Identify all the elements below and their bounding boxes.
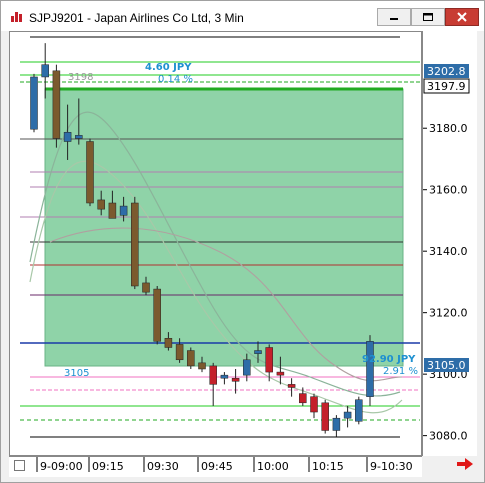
- candle-body[interactable]: [119, 205, 128, 216]
- time-tick-label: 9-10:30: [370, 460, 413, 473]
- candle-body[interactable]: [231, 377, 240, 382]
- time-tick-label: 09:30: [147, 460, 179, 473]
- price-tick-label: 3120.0: [429, 307, 468, 320]
- candle-body[interactable]: [30, 76, 38, 130]
- minimize-icon: [390, 18, 398, 20]
- badge-3202-8-label: 3202.8: [427, 65, 466, 78]
- chart-window: SJPJ9201 - Japan Airlines Co Ltd, 3 Min: [0, 0, 485, 483]
- top-pct-label: 0.14 %: [158, 74, 193, 85]
- candle-body[interactable]: [86, 141, 94, 204]
- time-tick-label: 9-09:00: [40, 460, 83, 473]
- time-tick-label: 10:15: [312, 460, 344, 473]
- time-tick-label: 09:15: [92, 460, 124, 473]
- candle-body[interactable]: [187, 350, 195, 367]
- time-tick-label: 09:45: [201, 460, 233, 473]
- candle-body[interactable]: [198, 362, 206, 370]
- candle-body[interactable]: [265, 347, 273, 373]
- maximize-icon: [423, 13, 433, 21]
- bottom-pct-label: 2.91 %: [383, 366, 418, 377]
- app-icon: [11, 12, 22, 22]
- price-axis[interactable]: 3180.0 3160.0 3140.0 3120.0 3100.0 3080.0 320…: [422, 31, 477, 456]
- candle-body[interactable]: [52, 70, 61, 139]
- price-tick-label: 3160.0: [429, 184, 468, 197]
- price-chart-svg[interactable]: 4.60 JPY 0.14 % 3198 92.90 JPY 2.91 % 31…: [10, 32, 421, 455]
- candle-body[interactable]: [63, 132, 72, 142]
- price-tick-label: 3180.0: [429, 122, 468, 135]
- candle-body[interactable]: [131, 202, 139, 287]
- price-tick-label: 3140.0: [429, 245, 468, 258]
- candle-body[interactable]: [175, 344, 184, 361]
- time-ticks: 9-09:00 09:15 09:30 09:45 10:00 10:15 9-10:30: [36, 457, 413, 473]
- badge-3197-9-label: 3197.9: [427, 80, 466, 93]
- price-axis-svg: 3180.03160.03140.03120.03100.03080.0 320…: [423, 64, 470, 443]
- ghost-price-label: 3198: [68, 72, 93, 83]
- candle-body[interactable]: [299, 393, 307, 404]
- close-button[interactable]: [445, 8, 479, 26]
- range-low-label: 3105: [64, 368, 89, 379]
- candle-body[interactable]: [75, 135, 83, 139]
- candle-body[interactable]: [355, 399, 363, 422]
- candle-body[interactable]: [332, 417, 341, 431]
- candle-body[interactable]: [209, 365, 217, 385]
- price-ticks: 3180.03160.03140.03120.03100.03080.0: [423, 122, 468, 443]
- time-axis[interactable]: 9-09:00 09:15 09:30 09:45 10:00 10:15 9-10:30: [9, 456, 422, 477]
- price-tick-label: 3080.0: [429, 430, 468, 443]
- candle-body[interactable]: [220, 374, 229, 379]
- time-tick-label: 10:00: [257, 460, 289, 473]
- candle-body[interactable]: [321, 402, 329, 431]
- chart-plot-area[interactable]: 4.60 JPY 0.14 % 3198 92.90 JPY 2.91 % 31…: [9, 31, 422, 456]
- title-bar[interactable]: SJPJ9201 - Japan Airlines Co Ltd, 3 Min: [1, 1, 484, 31]
- candle-body[interactable]: [243, 359, 251, 376]
- price-badges: 3202.8 3197.9 3105.0: [423, 64, 470, 372]
- candle-body[interactable]: [310, 396, 318, 413]
- top-diff-label: 4.60 JPY: [145, 62, 192, 73]
- minimize-button[interactable]: [377, 8, 411, 26]
- candle-body[interactable]: [276, 371, 285, 376]
- scroll-right-arrow-icon[interactable]: [455, 457, 475, 471]
- candle-body[interactable]: [153, 288, 161, 342]
- bottom-diff-label: 92.90 JPY: [362, 354, 416, 365]
- window-title: SJPJ9201 - Japan Airlines Co Ltd, 3 Min: [29, 11, 244, 25]
- candle-body[interactable]: [41, 64, 49, 78]
- maximize-button[interactable]: [411, 8, 445, 26]
- candle-body[interactable]: [142, 282, 150, 293]
- candle-body[interactable]: [97, 199, 105, 210]
- candle-body[interactable]: [164, 338, 173, 348]
- candle-body[interactable]: [254, 350, 262, 354]
- corner-box[interactable]: [14, 460, 25, 471]
- close-icon: [457, 12, 467, 22]
- candle-body[interactable]: [343, 411, 352, 419]
- time-axis-svg: 9-09:00 09:15 09:30 09:45 10:00 10:15 9-10:30: [36, 457, 413, 473]
- badge-3105-0-label: 3105.0: [427, 359, 466, 372]
- candle-body[interactable]: [287, 384, 296, 388]
- candle-body[interactable]: [366, 341, 374, 397]
- candle-body[interactable]: [108, 202, 117, 219]
